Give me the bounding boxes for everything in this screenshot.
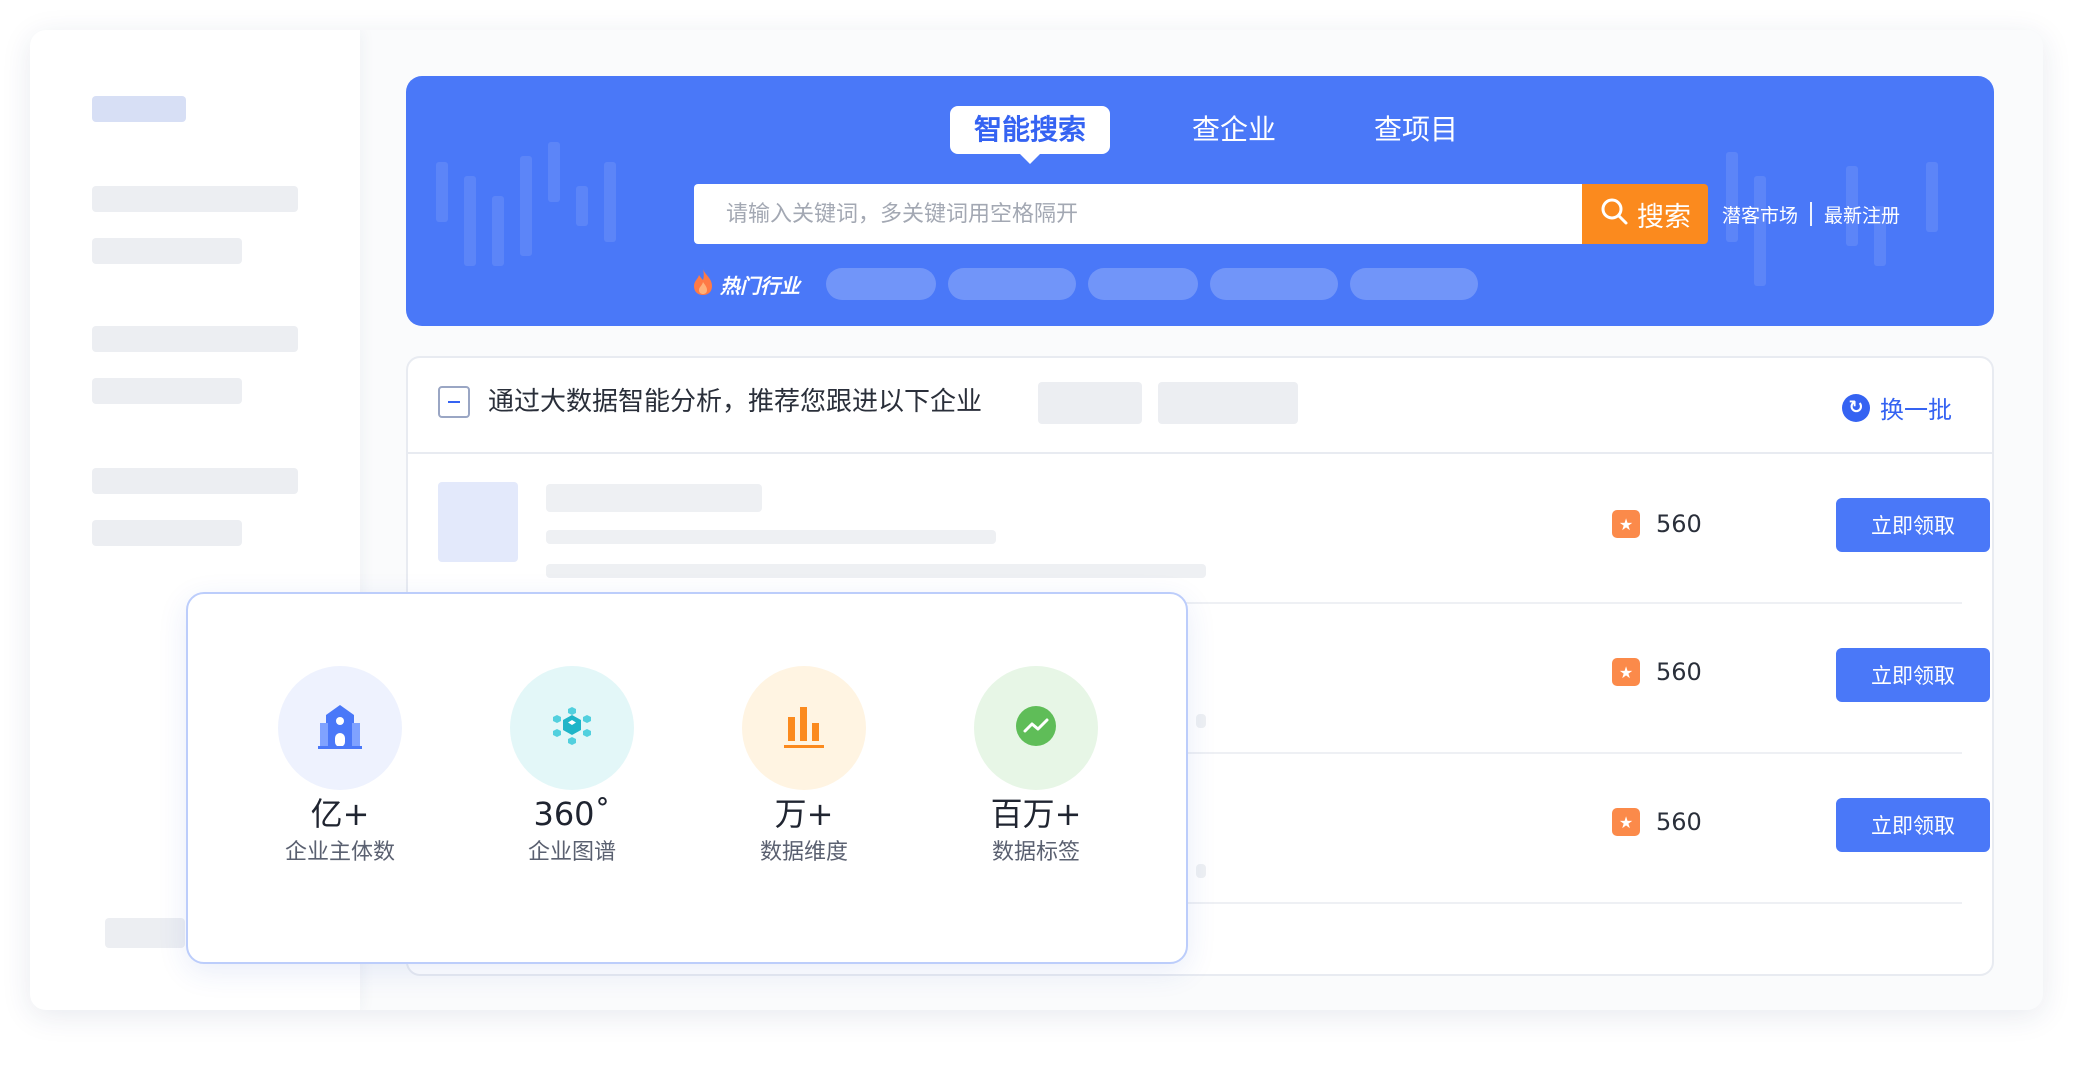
trend-icon <box>1009 699 1063 757</box>
search-button-label: 搜索 <box>1637 201 1691 233</box>
decorative-bar <box>464 176 476 266</box>
company-logo-placeholder <box>438 482 518 562</box>
stat-data-tags: 百万+ 数据标签 <box>936 666 1136 868</box>
table-row: ★ 560 立即领取 <box>408 454 1992 604</box>
industry-chip[interactable] <box>948 268 1076 300</box>
link-new-registrations[interactable]: 最新注册 <box>1824 201 1900 228</box>
bar-chart-icon <box>777 699 831 757</box>
decorative-bar <box>436 162 448 222</box>
sidebar-logo-placeholder <box>92 96 186 122</box>
sidebar-item-placeholder[interactable] <box>92 238 242 264</box>
stat-label: 企业主体数 <box>284 840 395 865</box>
company-info-placeholder <box>1196 714 1206 728</box>
graph-cube-icon <box>545 699 599 757</box>
quick-links: 潜客市场 最新注册 <box>1722 198 1900 230</box>
industry-chip[interactable] <box>1350 268 1478 300</box>
decorative-bar <box>1926 162 1938 232</box>
title-tag-placeholder <box>1158 382 1298 424</box>
stat-company-count: 亿+ 企业主体数 <box>240 666 440 868</box>
star-icon: ★ <box>1612 510 1640 538</box>
stat-enterprise-graph: 360˚ 企业图谱 <box>472 666 672 868</box>
company-info-placeholder <box>1196 864 1206 878</box>
stat-icon-circle <box>742 666 866 790</box>
claim-button[interactable]: 立即领取 <box>1836 498 1990 552</box>
recommend-header: 通过大数据智能分析，推荐您跟进以下企业 ↻ 换一批 <box>408 358 1992 454</box>
tab-company[interactable]: 查企业 <box>1168 106 1300 154</box>
sidebar-item-placeholder[interactable] <box>92 186 298 212</box>
score-value: 560 <box>1656 808 1702 836</box>
star-icon: ★ <box>1612 808 1640 836</box>
recommend-title: 通过大数据智能分析，推荐您跟进以下企业 <box>488 387 983 417</box>
stat-data-dimensions: 万+ 数据维度 <box>704 666 904 868</box>
building-icon <box>313 699 367 757</box>
sidebar-item-placeholder[interactable] <box>92 326 298 352</box>
score: ★ 560 <box>1612 658 1702 686</box>
search-input[interactable] <box>694 184 1582 244</box>
tab-smart-search[interactable]: 智能搜索 <box>950 106 1111 164</box>
company-info-placeholder <box>546 530 996 544</box>
link-potential-market[interactable]: 潜客市场 <box>1722 201 1798 228</box>
decorative-bar <box>492 196 504 266</box>
decorative-bar <box>604 162 616 242</box>
refresh-icon: ↻ <box>1842 393 1870 422</box>
decorative-bar <box>1754 176 1766 286</box>
company-name-placeholder <box>546 484 762 512</box>
industry-chip[interactable] <box>1210 268 1338 300</box>
tab-project[interactable]: 查项目 <box>1350 106 1482 154</box>
stat-value: 万+ <box>774 795 834 833</box>
company-info-placeholder <box>546 564 1206 578</box>
score-value: 560 <box>1656 510 1702 538</box>
sidebar-item-placeholder[interactable] <box>92 378 242 404</box>
claim-button[interactable]: 立即领取 <box>1836 648 1990 702</box>
flame-icon <box>692 268 714 301</box>
sidebar-item-placeholder[interactable] <box>92 468 298 494</box>
stat-label: 数据标签 <box>991 840 1080 865</box>
stat-value: 亿+ <box>310 795 370 833</box>
score-value: 560 <box>1656 658 1702 686</box>
stat-icon-circle <box>510 666 634 790</box>
decorative-bar <box>520 156 532 256</box>
stage: 智能搜索 查企业 查项目 搜索 潜客市场 最新注册 <box>0 0 2090 1068</box>
title-tag-placeholder <box>1038 382 1142 424</box>
decorative-bar <box>576 186 588 226</box>
stat-label: 数据维度 <box>759 840 848 865</box>
stat-icon-circle <box>278 666 402 790</box>
refresh-label: 换一批 <box>1880 396 1952 424</box>
stat-value: 360˚ <box>533 795 611 833</box>
stat-value: 百万+ <box>990 795 1082 833</box>
claim-button[interactable]: 立即领取 <box>1836 798 1990 852</box>
score: ★ 560 <box>1612 808 1702 836</box>
collapse-icon[interactable] <box>438 386 470 418</box>
score: ★ 560 <box>1612 510 1702 538</box>
search-button[interactable]: 搜索 <box>1582 184 1708 244</box>
decorative-bar <box>548 142 560 202</box>
industry-chip[interactable] <box>826 268 936 300</box>
sidebar-footer-placeholder <box>105 918 185 948</box>
industry-chip[interactable] <box>1088 268 1198 300</box>
hot-industry-label: 热门行业 <box>692 268 800 300</box>
star-icon: ★ <box>1612 658 1640 686</box>
sidebar-item-placeholder[interactable] <box>92 520 242 546</box>
refresh-button[interactable]: ↻ 换一批 <box>1842 390 1952 425</box>
stats-card: 亿+ 企业主体数 360˚ 企业图谱 万+ 数据维度 百万+ 数据标签 <box>186 592 1188 964</box>
link-separator <box>1810 202 1813 226</box>
stat-icon-circle <box>974 666 1098 790</box>
hot-industry-text: 热门行业 <box>720 273 800 298</box>
stat-label: 企业图谱 <box>527 840 616 865</box>
search-icon <box>1599 196 1629 233</box>
search-banner: 智能搜索 查企业 查项目 搜索 潜客市场 最新注册 <box>406 76 1994 326</box>
